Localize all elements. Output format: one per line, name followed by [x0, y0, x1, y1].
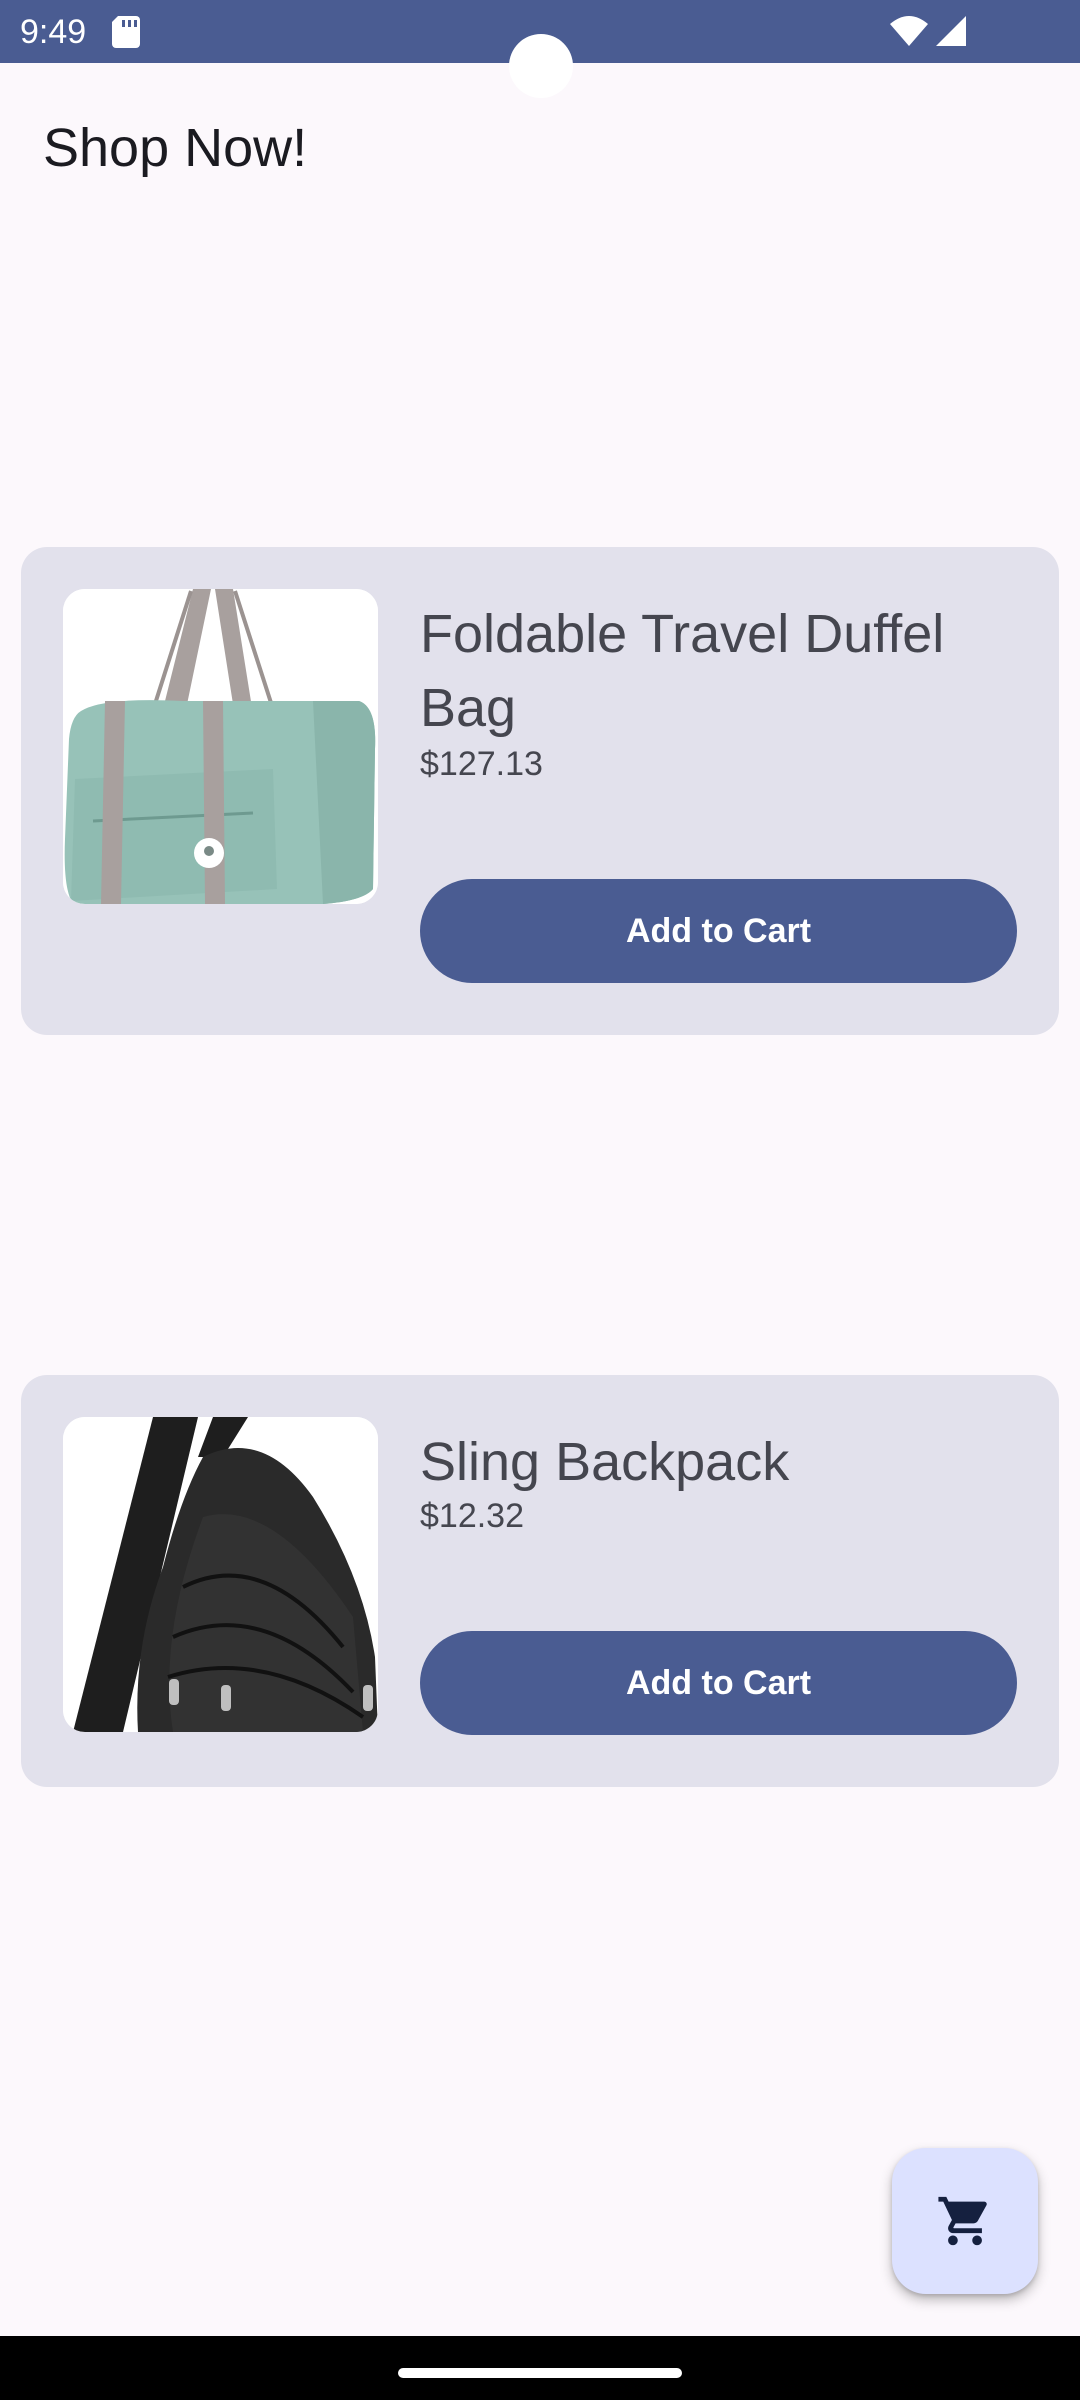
product-price: $12.32 [420, 1497, 524, 1535]
navigation-bar [0, 2336, 1080, 2400]
product-image-duffel-bag [63, 589, 378, 904]
cart-fab-button[interactable] [892, 2148, 1038, 2294]
add-to-cart-button[interactable]: Add to Cart [420, 1631, 1017, 1735]
signal-icon [936, 16, 966, 46]
camera-cutout [509, 34, 573, 98]
add-to-cart-button[interactable]: Add to Cart [420, 879, 1017, 983]
product-name: Foldable Travel Duffel Bag [420, 604, 945, 738]
home-indicator[interactable] [398, 2368, 682, 2378]
product-image-sling-backpack [63, 1417, 378, 1732]
product-card: Sling Backpack $12.32 Add to Cart [21, 1375, 1059, 1787]
status-time: 9:49 [20, 13, 87, 51]
page-title: Shop Now! [43, 118, 308, 178]
product-name: Sling Backpack [420, 1432, 790, 1492]
product-price: $127.13 [420, 745, 543, 783]
product-card: Foldable Travel Duffel Bag $127.13 Add t… [21, 547, 1059, 1035]
wifi-icon [890, 16, 928, 46]
sd-card-icon [112, 16, 140, 48]
shopping-cart-icon [938, 2196, 987, 2246]
